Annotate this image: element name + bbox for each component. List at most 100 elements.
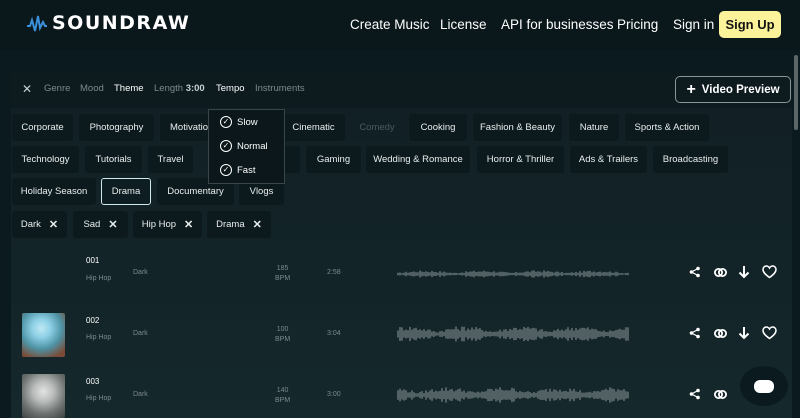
selected-tag-sad[interactable]: Sad ✕ (73, 211, 128, 238)
track-mood: Dark (133, 269, 148, 276)
waveform-bar (517, 329, 519, 339)
theme-chip-travel[interactable]: Travel (148, 146, 193, 173)
track-waveform[interactable] (397, 259, 629, 289)
theme-chip-cinematic[interactable]: Cinematic (282, 114, 345, 141)
waveform-bar (505, 329, 507, 339)
theme-chip-horror-thriller[interactable]: Horror & Thriller (477, 146, 564, 173)
nav-license[interactable]: License (440, 17, 487, 32)
waveform-bar (487, 388, 489, 402)
waveform-bar (415, 272, 417, 276)
track-waveform[interactable] (397, 380, 629, 410)
waveform-bar (577, 391, 579, 399)
waveform-bar (525, 328, 527, 340)
nav-create-music[interactable]: Create Music (350, 17, 430, 32)
theme-chip-gaming[interactable]: Gaming (306, 146, 361, 173)
waveform-bar (429, 390, 431, 400)
theme-chip-technology[interactable]: Technology (12, 146, 79, 173)
close-filters-icon[interactable]: ✕ (22, 82, 32, 96)
waveform-bar (597, 271, 599, 277)
selected-tag-hip-hop[interactable]: Hip Hop ✕ (133, 211, 202, 238)
video-preview-button[interactable]: + Video Preview (675, 76, 791, 103)
nav-pricing[interactable]: Pricing (617, 17, 658, 32)
track-waveform[interactable] (397, 319, 629, 349)
theme-chip-tutorials[interactable]: Tutorials (85, 146, 142, 173)
waveform-bar (421, 271, 423, 277)
track-number: 002 (86, 316, 100, 325)
waveform-bar (501, 389, 503, 401)
theme-chip-wedding-romance[interactable]: Wedding & Romance (366, 146, 470, 173)
waveform-bar (495, 331, 497, 337)
tempo-option-fast[interactable]: ✓ Fast (220, 164, 255, 176)
track-row[interactable]: 003 Hip Hop Dark 140 BPM 3:00 (11, 366, 792, 418)
download-icon[interactable] (738, 265, 750, 279)
nav-sign-in[interactable]: Sign in (673, 17, 714, 32)
theme-chip-corporate[interactable]: Corporate (12, 114, 73, 141)
filter-tab-instruments[interactable]: Instruments (255, 83, 305, 94)
filter-tab-tempo[interactable]: Tempo (216, 83, 245, 94)
theme-chip-nature[interactable]: Nature (569, 114, 619, 141)
heart-icon[interactable] (762, 265, 777, 279)
share-icon[interactable] (689, 266, 701, 278)
waveform-bar (551, 391, 553, 399)
link-icon[interactable] (713, 387, 728, 402)
waveform-bar (505, 272, 507, 276)
waveform-bar (407, 392, 409, 398)
waveform-bar (531, 393, 533, 397)
theme-chip-sports-action[interactable]: Sports & Action (625, 114, 709, 141)
waveform-bar (523, 272, 525, 276)
theme-chip-ads-trailers[interactable]: Ads & Trailers (570, 146, 647, 173)
theme-chip-broadcasting[interactable]: Broadcasting (653, 146, 728, 173)
theme-chip-photography[interactable]: Photography (79, 114, 154, 141)
waveform-bar (469, 271, 471, 277)
remove-tag-icon[interactable]: ✕ (108, 218, 117, 231)
waveform-bar (473, 392, 475, 398)
brand-logo[interactable]: SOUNDRAW (26, 12, 190, 34)
waveform-bar (545, 330, 547, 338)
chat-button[interactable] (740, 366, 788, 406)
waveform-bar (525, 391, 527, 399)
waveform-bar (461, 326, 463, 342)
waveform-bar (557, 271, 559, 277)
heart-icon[interactable] (762, 326, 777, 340)
selected-tag-dark[interactable]: Dark ✕ (12, 211, 67, 238)
tempo-option-slow[interactable]: ✓ Slow (220, 116, 258, 128)
waveform-bar (531, 270, 533, 278)
remove-tag-icon[interactable]: ✕ (49, 218, 58, 231)
nav-api[interactable]: API for businesses (501, 17, 614, 32)
theme-chip-drama[interactable]: Drama (101, 178, 151, 205)
waveform-bar (559, 272, 561, 276)
track-bpm: 140 BPM (275, 386, 290, 406)
waveform-bar (549, 331, 551, 337)
waveform-bar (467, 272, 469, 276)
waveform-bar (399, 327, 401, 341)
waveform-bar (571, 390, 573, 400)
track-row[interactable]: 001 Hip Hop Dark 185 BPM 2:58 (11, 244, 792, 305)
theme-chip-motivation[interactable]: Motivation (160, 114, 213, 141)
waveform-bar (589, 329, 591, 339)
theme-chip-cooking[interactable]: Cooking (409, 114, 467, 141)
filter-tab-mood[interactable]: Mood (80, 83, 104, 94)
waveform-bar (527, 326, 529, 342)
waveform-bar (409, 392, 411, 398)
share-icon[interactable] (689, 388, 701, 400)
link-icon[interactable] (713, 326, 728, 341)
theme-chip-fashion-beauty[interactable]: Fashion & Beauty (473, 114, 562, 141)
track-row[interactable]: 002 Hip Hop Dark 100 BPM 3:04 (11, 305, 792, 366)
download-icon[interactable] (738, 326, 750, 340)
sign-up-button[interactable]: Sign Up (719, 11, 781, 38)
scrollbar-thumb[interactable] (794, 55, 798, 130)
waveform-bar (601, 390, 603, 400)
waveform-bar (535, 328, 537, 340)
waveform-bar (501, 331, 503, 337)
remove-tag-icon[interactable]: ✕ (184, 218, 193, 231)
filter-tab-theme[interactable]: Theme (114, 83, 144, 94)
remove-tag-icon[interactable]: ✕ (253, 218, 262, 231)
filter-tab-genre[interactable]: Genre (44, 83, 70, 94)
theme-chip-holiday-season[interactable]: Holiday Season (12, 178, 96, 205)
selected-tag-drama[interactable]: Drama ✕ (207, 211, 271, 238)
link-icon[interactable] (713, 265, 728, 280)
waveform-bar (537, 331, 539, 337)
filter-tab-length[interactable]: Length 3:00 (154, 83, 205, 94)
share-icon[interactable] (689, 327, 701, 339)
tempo-option-normal[interactable]: ✓ Normal (220, 140, 268, 152)
